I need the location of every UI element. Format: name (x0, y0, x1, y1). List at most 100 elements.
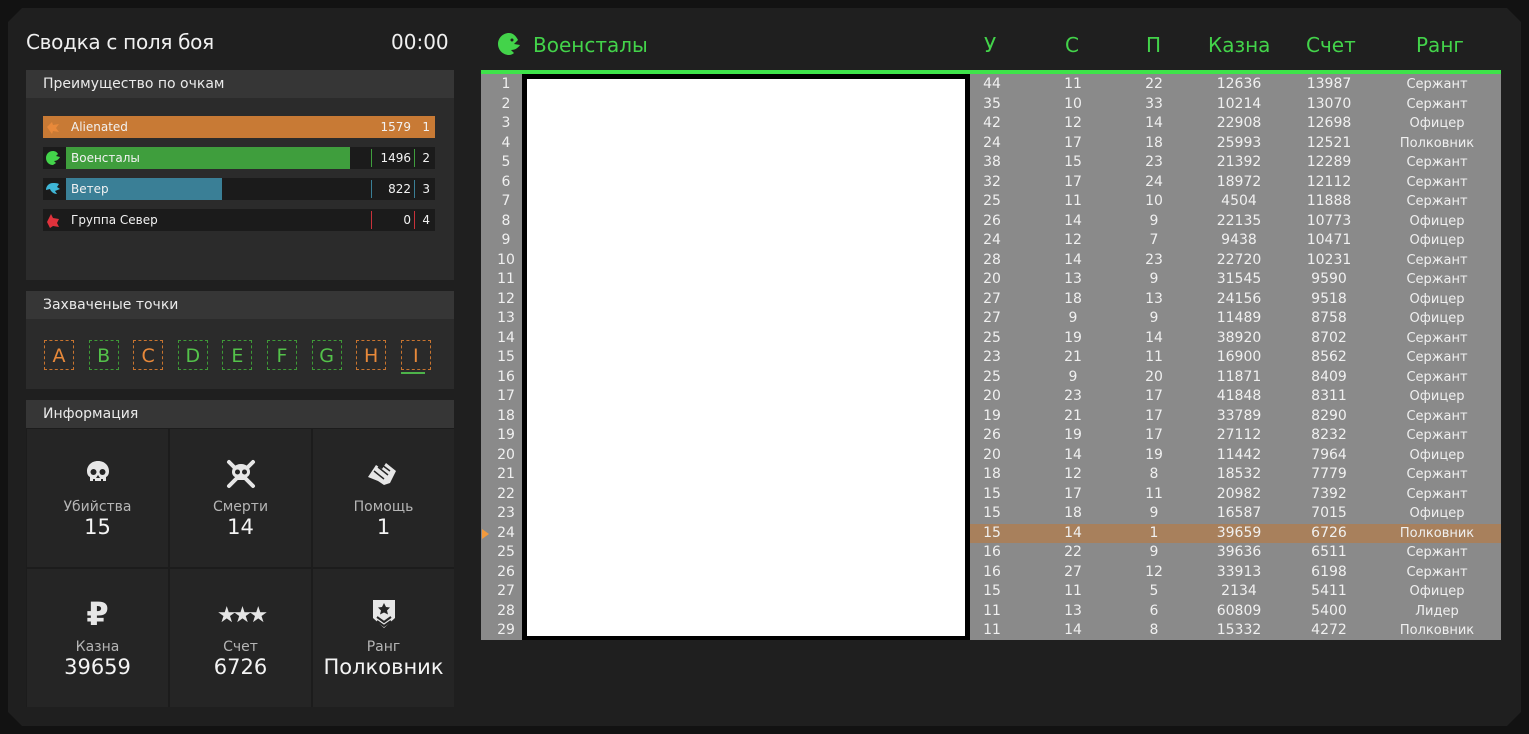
col-deaths-header[interactable]: С (1065, 33, 1079, 57)
assists-cell: Помощь 1 (313, 429, 454, 567)
capture-point-d: D (177, 340, 208, 370)
row-deaths: 12 (1064, 466, 1082, 482)
row-rank: Офицер (1409, 311, 1465, 326)
row-assists: 19 (1145, 446, 1163, 463)
score-label: Счет (223, 639, 258, 655)
fox-icon (45, 119, 61, 135)
row-score: 8311 (1311, 388, 1347, 404)
row-kills: 32 (983, 173, 1001, 190)
rank-cell: Ранг Полковник (313, 569, 454, 707)
row-assists: 17 (1145, 427, 1163, 443)
row-money: 33913 (1216, 563, 1262, 580)
row-money: 10214 (1216, 95, 1262, 112)
bird-icon (45, 181, 61, 197)
row-assists: 17 (1145, 407, 1163, 424)
row-deaths: 27 (1064, 563, 1082, 580)
row-assists: 20 (1145, 368, 1163, 385)
row-kills: 15 (983, 485, 1001, 502)
row-position: 28 (497, 602, 515, 619)
row-deaths: 11 (1064, 583, 1082, 599)
row-assists: 9 (1149, 271, 1159, 287)
row-money: 31545 (1216, 271, 1262, 287)
row-position: 22 (497, 485, 515, 502)
row-position: 25 (497, 544, 515, 560)
col-score-header[interactable]: Счет (1306, 33, 1356, 57)
row-kills: 26 (983, 212, 1001, 229)
score-separator (371, 180, 372, 198)
row-money: 60809 (1216, 602, 1262, 619)
row-assists: 18 (1145, 134, 1163, 151)
row-score: 5400 (1311, 602, 1347, 619)
deaths-value: 14 (227, 515, 254, 539)
row-rank: Сержант (1406, 350, 1468, 365)
row-kills: 44 (983, 76, 1001, 92)
row-assists: 9 (1149, 310, 1159, 326)
row-money: 22720 (1216, 251, 1262, 268)
row-money: 39636 (1216, 544, 1262, 560)
row-money: 11871 (1216, 368, 1262, 385)
row-deaths: 13 (1064, 602, 1082, 619)
row-money: 41848 (1216, 388, 1262, 404)
row-money: 15332 (1216, 622, 1262, 638)
captured-points-title: Захваченые точки (43, 297, 179, 313)
row-kills: 20 (983, 446, 1001, 463)
row-assists: 14 (1145, 115, 1163, 131)
capture-point-b: B (88, 340, 119, 370)
row-assists: 7 (1149, 232, 1159, 248)
row-rank: Офицер (1409, 233, 1465, 248)
row-score: 8232 (1311, 427, 1347, 443)
row-position: 3 (501, 115, 511, 131)
skull-crossbones-icon (170, 457, 311, 491)
row-assists: 24 (1145, 173, 1163, 190)
row-assists: 12 (1145, 563, 1163, 580)
team-score-row: Ветер 822 3 (43, 178, 435, 200)
row-deaths: 11 (1064, 76, 1082, 92)
row-rank: Сержант (1406, 155, 1468, 170)
row-score: 12112 (1306, 173, 1352, 190)
assists-value: 1 (376, 515, 391, 539)
row-position: 21 (497, 466, 515, 482)
row-position: 17 (497, 388, 515, 404)
row-deaths: 12 (1064, 232, 1082, 248)
row-rank: Офицер (1409, 116, 1465, 131)
row-score: 10471 (1306, 232, 1352, 248)
ruble-icon: ₽ (86, 595, 109, 633)
row-score: 10773 (1306, 212, 1352, 229)
row-rank: Сержант (1406, 545, 1468, 560)
row-score: 12521 (1306, 134, 1352, 151)
row-money: 24156 (1216, 290, 1262, 307)
row-deaths: 14 (1064, 446, 1082, 463)
row-assists: 14 (1145, 329, 1163, 346)
row-position: 23 (497, 505, 515, 521)
row-rank: Сержант (1406, 486, 1468, 502)
row-money: 18532 (1216, 466, 1262, 482)
row-kills: 15 (983, 505, 1001, 521)
three-stars-icon: ★★★ (216, 603, 268, 628)
row-position: 20 (497, 446, 515, 463)
col-rank-header[interactable]: Ранг (1416, 33, 1464, 57)
deaths-label: Смерти (212, 499, 269, 515)
row-deaths: 9 (1068, 368, 1078, 385)
capture-point-h: H (356, 340, 387, 370)
kills-value: 15 (84, 515, 111, 539)
row-rank: Лидер (1415, 603, 1459, 619)
row-rank: Офицер (1409, 389, 1465, 404)
row-rank: Сержант (1406, 330, 1468, 346)
row-score: 10231 (1306, 251, 1352, 268)
team-name: Группа Север (71, 213, 158, 227)
info-title: Информация (43, 406, 139, 422)
row-kills: 25 (983, 193, 1001, 209)
row-score: 12289 (1306, 154, 1352, 170)
row-score: 7964 (1311, 446, 1347, 463)
rank-separator (414, 118, 415, 136)
col-assists-header[interactable]: П (1146, 33, 1161, 57)
col-kills-header[interactable]: У (984, 33, 996, 57)
row-position: 1 (501, 76, 511, 92)
team-rank: 3 (422, 182, 430, 196)
capture-point-f: F (267, 340, 297, 370)
col-money-header[interactable]: Казна (1208, 33, 1270, 57)
row-position: 24 (497, 524, 515, 541)
row-kills: 42 (983, 115, 1001, 131)
row-deaths: 14 (1064, 524, 1082, 541)
row-assists: 6 (1149, 602, 1159, 619)
